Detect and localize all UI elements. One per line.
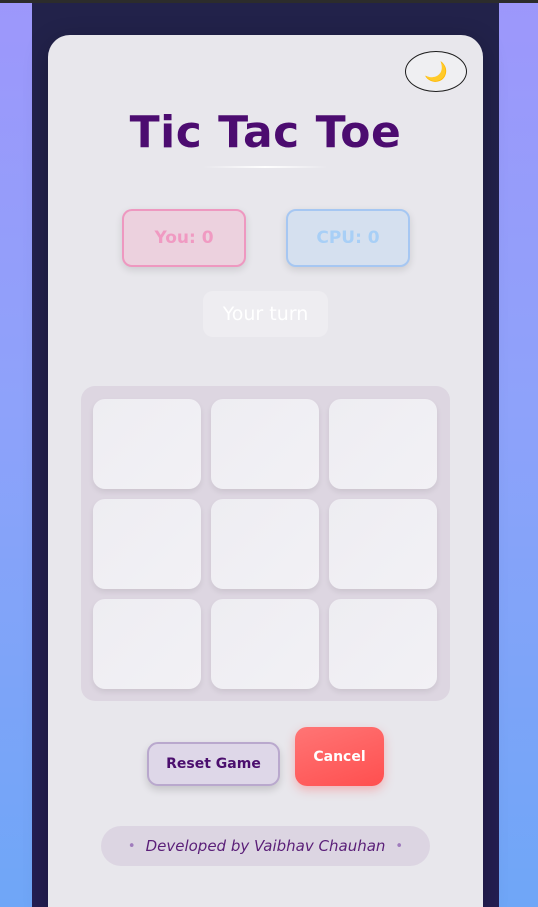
reset-game-button[interactable]: Reset Game	[147, 742, 280, 786]
board-cell-2[interactable]	[211, 399, 319, 489]
footer-dot-left: •	[127, 838, 136, 854]
game-card: 🌙 Tic Tac Toe You: 0 CPU: 0 Your turn Re…	[48, 35, 483, 907]
theme-toggle-button[interactable]: 🌙	[405, 51, 467, 92]
board-cell-4[interactable]	[93, 499, 201, 589]
game-board	[81, 386, 450, 701]
footer-credit: • Developed by Vaibhav Chauhan •	[101, 826, 430, 866]
cpu-score: CPU: 0	[286, 209, 410, 267]
turn-indicator: Your turn	[203, 291, 328, 337]
player-score: You: 0	[122, 209, 246, 267]
board-cell-5[interactable]	[211, 499, 319, 589]
board-cell-9[interactable]	[329, 599, 437, 689]
board-cell-8[interactable]	[211, 599, 319, 689]
board-cell-6[interactable]	[329, 499, 437, 589]
board-cell-3[interactable]	[329, 399, 437, 489]
cancel-button[interactable]: Cancel	[295, 727, 384, 786]
footer-dot-right: •	[395, 838, 404, 854]
board-cell-1[interactable]	[93, 399, 201, 489]
moon-icon: 🌙	[424, 61, 448, 83]
title-underline	[203, 166, 328, 168]
board-cell-7[interactable]	[93, 599, 201, 689]
credit-text: Developed by Vaibhav Chauhan	[145, 837, 386, 855]
page-title: Tic Tac Toe	[129, 107, 402, 158]
